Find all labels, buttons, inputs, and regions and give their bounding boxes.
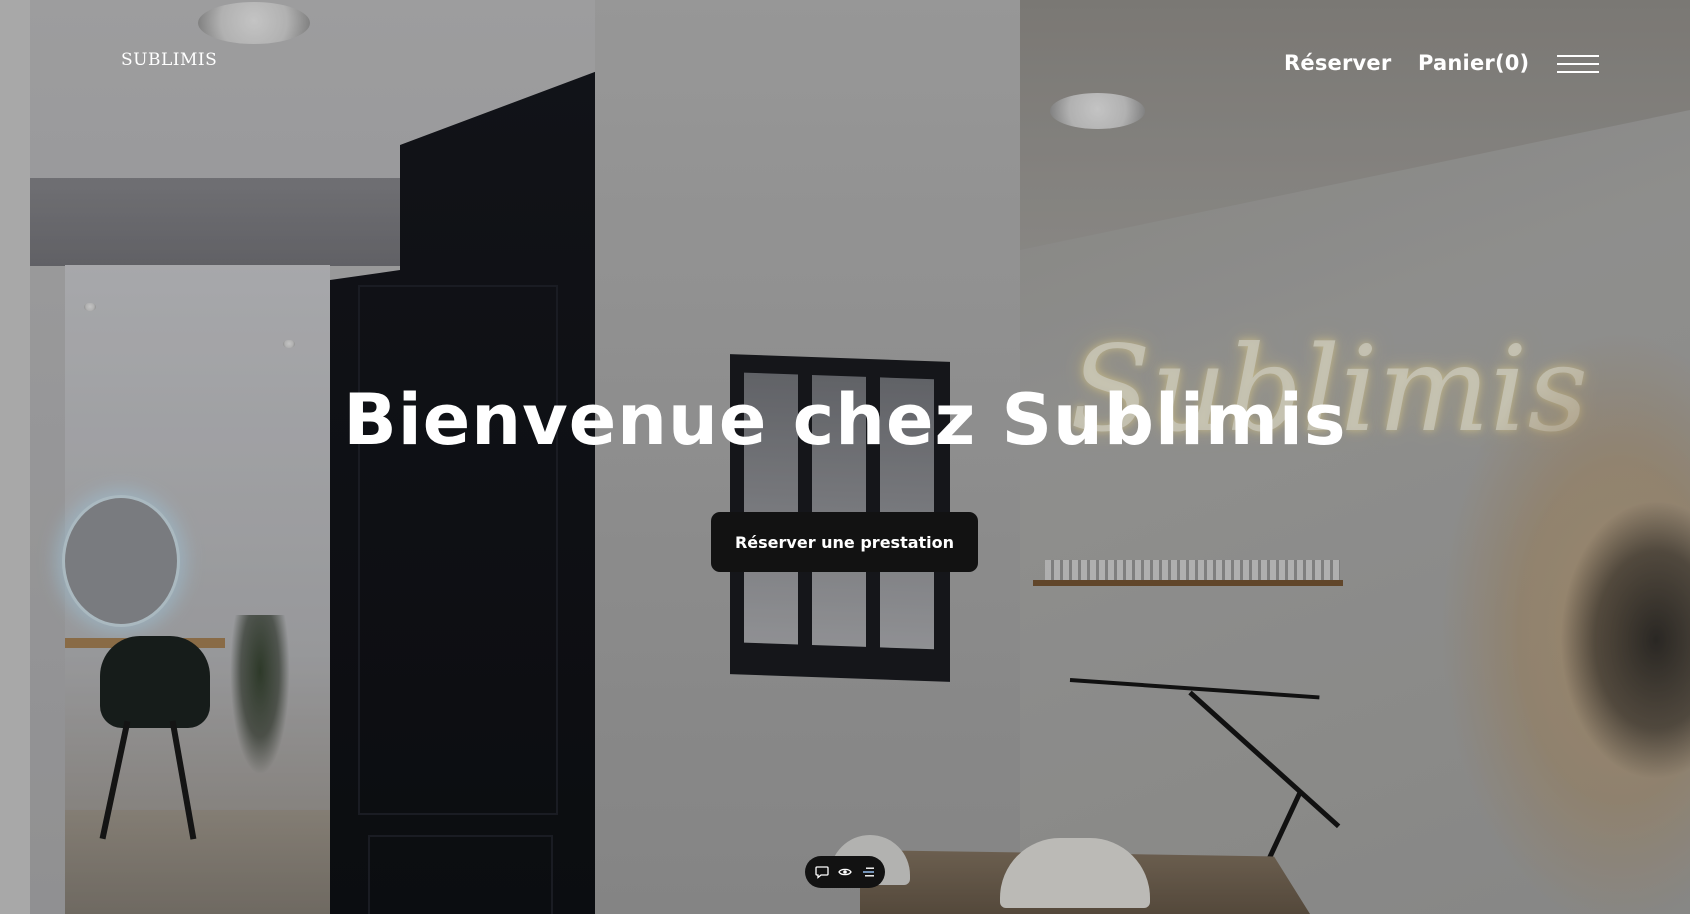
eye-icon[interactable] — [835, 862, 855, 882]
nav-reserve-link[interactable]: Réserver — [1284, 51, 1391, 75]
chat-bubble-icon[interactable] — [812, 862, 832, 882]
list-icon[interactable] — [858, 862, 878, 882]
nav-cart-link[interactable]: Panier(0) — [1418, 51, 1529, 75]
site-logo[interactable]: SUBLIMIS — [121, 50, 217, 70]
site-header: SUBLIMIS Réserver Panier(0) — [0, 0, 1690, 130]
hamburger-menu-icon[interactable] — [1557, 52, 1599, 74]
floating-toolbar — [805, 856, 885, 888]
hero-title: Bienvenue chez Sublimis — [343, 379, 1347, 461]
hero-section: Sublimis SUBLIMIS Réserver Panier(0) Bie… — [0, 0, 1690, 914]
book-service-button[interactable]: Réserver une prestation — [711, 512, 978, 572]
